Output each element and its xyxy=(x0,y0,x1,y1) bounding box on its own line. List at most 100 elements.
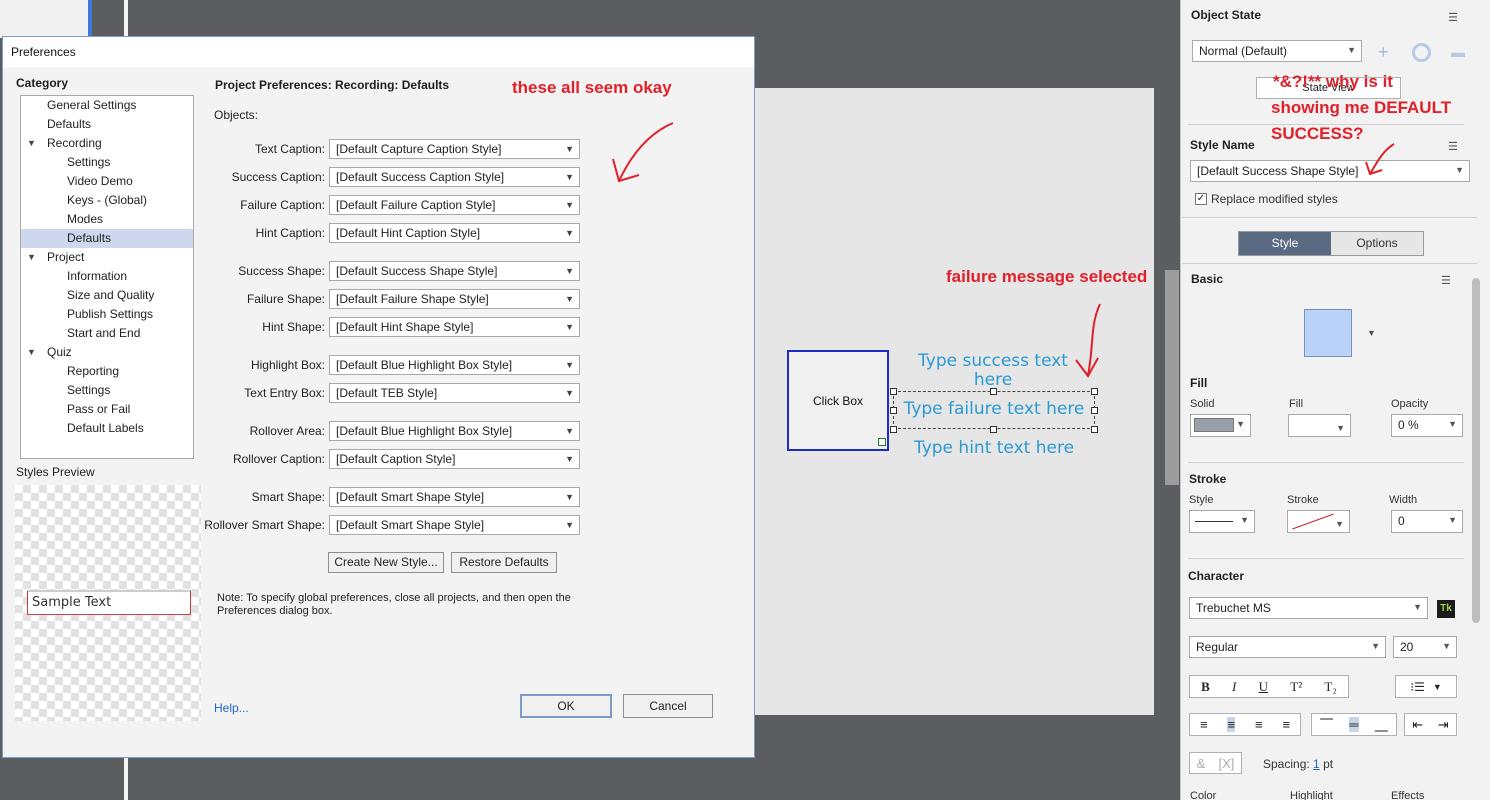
style-swatch[interactable] xyxy=(1304,309,1352,357)
align-left-icon[interactable]: ≡ xyxy=(1200,717,1208,732)
tab-options[interactable]: Options xyxy=(1331,232,1423,255)
chevron-down-icon: ▼ xyxy=(1413,602,1422,612)
font-family-select[interactable]: Trebuchet MS ▼ xyxy=(1189,597,1428,619)
annotation-arrow xyxy=(1365,143,1395,176)
effects-label: Effects xyxy=(1391,790,1425,800)
failure-caption[interactable]: Type failure text here xyxy=(893,400,1095,419)
rollover-caption-select[interactable]: [Default Caption Style] ▼ xyxy=(329,449,580,469)
divider xyxy=(1188,558,1464,559)
selection-handle[interactable] xyxy=(890,407,897,414)
restore-defaults-button[interactable]: Restore Defaults xyxy=(451,552,557,573)
rollover-area-label: Rollover Area: xyxy=(249,424,325,438)
add-state-icon[interactable]: + xyxy=(1378,42,1389,63)
opacity-input[interactable]: 0 % ▼ xyxy=(1391,414,1463,437)
rollover-area-select[interactable]: [Default Blue Highlight Box Style] ▼ xyxy=(329,421,580,441)
selection-handle[interactable] xyxy=(990,426,997,433)
indent-icon[interactable]: ⇥ xyxy=(1438,717,1449,733)
bullets-select[interactable]: ⁝☰ ▼ xyxy=(1395,675,1457,698)
selection-handle[interactable] xyxy=(890,426,897,433)
italic-button[interactable]: I xyxy=(1232,679,1236,695)
tab-style[interactable]: Style xyxy=(1239,232,1331,255)
smart-shape-select[interactable]: [Default Smart Shape Style] ▼ xyxy=(329,487,580,507)
failure-shape-select[interactable]: [Default Failure Shape Style] ▼ xyxy=(329,289,580,309)
fill-type-select[interactable]: ▼ xyxy=(1190,414,1251,437)
bullet-list-icon: ⁝☰ xyxy=(1410,679,1425,694)
click-box-handle[interactable] xyxy=(878,438,886,446)
panel-scrollbar[interactable] xyxy=(1472,278,1480,623)
failure-caption-select[interactable]: [Default Failure Caption Style] ▼ xyxy=(329,195,580,215)
state-select[interactable]: Normal (Default) ▼ xyxy=(1192,40,1362,62)
align-center-icon[interactable]: ≡ xyxy=(1227,717,1236,732)
align-right-icon[interactable]: ≡ xyxy=(1255,717,1263,732)
selection-handle[interactable] xyxy=(1091,407,1098,414)
note-text: Note: To specify global preferences, clo… xyxy=(217,592,571,617)
color-label: Color xyxy=(1190,790,1217,800)
help-link[interactable]: Help... xyxy=(214,701,249,715)
superscript-button[interactable]: T² xyxy=(1290,679,1302,695)
hint-shape-label: Hint Shape: xyxy=(262,320,325,334)
trash-icon[interactable]: ▬ xyxy=(1451,44,1465,60)
reset-state-icon[interactable] xyxy=(1412,43,1431,62)
font-size-select[interactable]: 20 ▼ xyxy=(1393,636,1457,658)
replace-styles-checkbox[interactable]: ✓ xyxy=(1195,193,1207,205)
chevron-down-icon: ▼ xyxy=(565,520,574,530)
click-box[interactable]: Click Box xyxy=(787,350,889,451)
font-style-select[interactable]: Regular ▼ xyxy=(1189,636,1386,658)
chevron-down-icon: ▼ xyxy=(1236,419,1245,429)
cancel-button[interactable]: Cancel xyxy=(623,694,713,718)
align-justify-icon[interactable]: ≡ xyxy=(1282,717,1290,732)
hint-shape-select[interactable]: [Default Hint Shape Style] ▼ xyxy=(329,317,580,337)
align-group: ≡ ≡ ≡ ≡ xyxy=(1189,713,1301,736)
stroke-width-input[interactable]: 0 ▼ xyxy=(1391,510,1463,533)
selection-handle[interactable] xyxy=(1091,388,1098,395)
bold-button[interactable]: B xyxy=(1201,679,1210,695)
success-caption[interactable]: Type success text here xyxy=(905,352,1081,390)
highlight-box-select[interactable]: [Default Blue Highlight Box Style] ▼ xyxy=(329,355,580,375)
selection-handle[interactable] xyxy=(1091,426,1098,433)
ok-button[interactable]: OK xyxy=(520,694,612,718)
symbol-icon[interactable]: & xyxy=(1197,756,1206,771)
chevron-down-icon: ▼ xyxy=(1448,515,1457,525)
hint-caption-label: Hint Caption: xyxy=(255,226,325,240)
selection-handle[interactable] xyxy=(890,388,897,395)
style-name-select[interactable]: [Default Success Shape Style] ▼ xyxy=(1190,160,1470,182)
text-entry-box-label: Text Entry Box: xyxy=(244,386,325,400)
replace-styles-label: Replace modified styles xyxy=(1211,192,1338,206)
hint-caption-select[interactable]: [Default Hint Caption Style] ▼ xyxy=(329,223,580,243)
text-entry-box-select[interactable]: [Default TEB Style] ▼ xyxy=(329,383,580,403)
outdent-icon[interactable]: ⇤ xyxy=(1412,717,1423,733)
tree-item-defaults[interactable]: Defaults xyxy=(21,115,193,134)
stroke-color-select[interactable]: ▼ xyxy=(1287,510,1350,533)
panel-menu-icon[interactable]: ☰ xyxy=(1448,12,1464,24)
typekit-icon[interactable]: Tk xyxy=(1437,600,1455,618)
success-shape-select[interactable]: [Default Success Shape Style] ▼ xyxy=(329,261,580,281)
panel-menu-icon[interactable]: ☰ xyxy=(1448,141,1464,153)
rollover-smart-shape-select[interactable]: [Default Smart Shape Style] ▼ xyxy=(329,515,580,535)
tree-item-general-settings[interactable]: General Settings xyxy=(21,96,193,115)
variable-icon[interactable]: [X] xyxy=(1218,756,1234,771)
chevron-down-icon: ▼ xyxy=(1371,641,1380,651)
underline-button[interactable]: U xyxy=(1259,679,1268,695)
success-caption-select[interactable]: [Default Success Caption Style] ▼ xyxy=(329,167,580,187)
valign-middle-icon[interactable]: ═ xyxy=(1349,717,1359,732)
preferences-dialog: Preferences Category General Settings De… xyxy=(2,36,755,758)
valign-top-icon[interactable]: ⎺ xyxy=(1320,717,1333,733)
create-new-style-button[interactable]: Create New Style... xyxy=(328,552,444,573)
chevron-down-icon: ▼ xyxy=(1240,515,1249,525)
subscript-button[interactable]: T₂ xyxy=(1324,679,1336,695)
stage-scrollbar[interactable] xyxy=(1165,270,1179,485)
valign-group: ⎺ ═ ⎽ xyxy=(1311,713,1397,736)
failure-shape-label: Failure Shape: xyxy=(246,292,325,306)
stroke-style-select[interactable]: ▼ xyxy=(1189,510,1255,533)
text-caption-select[interactable]: [Default Capture Caption Style] ▼ xyxy=(329,139,580,159)
success-caption-label: Success Caption: xyxy=(231,170,325,184)
hint-caption[interactable]: Type hint text here xyxy=(893,439,1095,458)
spacing-value[interactable]: 1 xyxy=(1313,757,1320,771)
fill-color-select[interactable]: ▼ xyxy=(1288,414,1351,437)
selection-handle[interactable] xyxy=(990,388,997,395)
valign-bottom-icon[interactable]: ⎽ xyxy=(1375,717,1388,733)
panel-menu-icon[interactable]: ☰ xyxy=(1441,275,1457,287)
tree-item-pass-fail[interactable]: Pass or Fail xyxy=(21,400,193,419)
chevron-down-icon: ▼ xyxy=(565,360,574,370)
chevron-down-icon[interactable]: ▼ xyxy=(1367,328,1376,338)
